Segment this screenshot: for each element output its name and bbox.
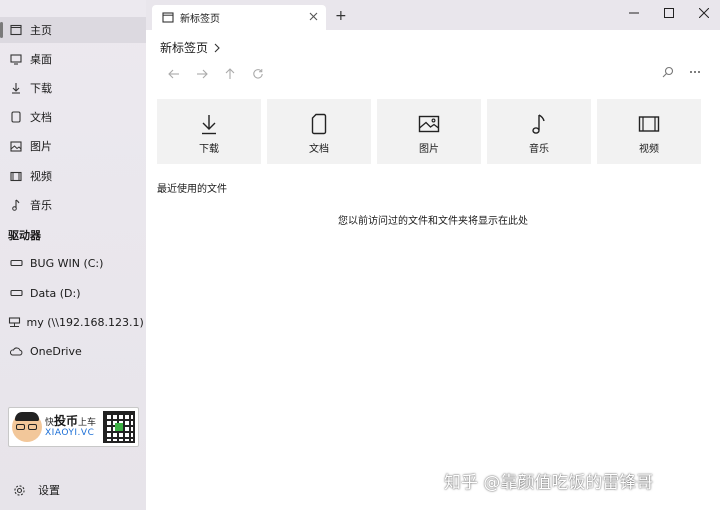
music-icon: [0, 199, 30, 211]
tile-downloads[interactable]: 下载: [157, 99, 261, 164]
empty-state-message: 您以前访问过的文件和文件夹将显示在此处: [338, 216, 528, 227]
settings-button[interactable]: 设置: [0, 478, 146, 502]
tab-new-tab[interactable]: 新标签页: [152, 5, 326, 30]
navigation-toolbar: [160, 66, 272, 82]
document-icon: [311, 112, 327, 136]
tile-label: 音乐: [529, 144, 549, 155]
tile-videos[interactable]: 视频: [597, 99, 701, 164]
sidebar-item-drive-z[interactable]: my (\\192.168.123.1) (Z:: [0, 309, 146, 335]
network-drive-icon: [0, 316, 27, 328]
sidebar-item-label: OneDrive: [30, 344, 82, 358]
search-button[interactable]: [662, 66, 674, 81]
picture-icon: [418, 112, 440, 136]
close-window-button[interactable]: [693, 4, 715, 22]
cartoon-avatar: [12, 412, 42, 442]
more-horizontal-icon: [690, 71, 700, 73]
download-icon: [0, 82, 30, 94]
chevron-right-icon: [214, 43, 220, 53]
tile-documents[interactable]: 文档: [267, 99, 371, 164]
cloud-icon: [0, 346, 30, 356]
tile-music[interactable]: 音乐: [487, 99, 591, 164]
plus-icon: +: [335, 8, 347, 24]
new-tab-button[interactable]: +: [335, 8, 347, 24]
download-icon: [200, 112, 218, 136]
sidebar-item-label: 图片: [30, 140, 52, 153]
drives-section-header: 驱动器: [8, 229, 41, 242]
promo-banner[interactable]: 快投币上车 XIAOYI.VC: [8, 407, 139, 447]
back-button[interactable]: [160, 66, 188, 82]
tab-close-icon[interactable]: [309, 11, 318, 24]
refresh-button[interactable]: [244, 66, 272, 82]
minimize-icon: [629, 12, 639, 14]
document-icon: [0, 111, 30, 123]
more-options-button[interactable]: [689, 66, 701, 81]
promo-text: 快投币上车 XIAOYI.VC: [45, 414, 97, 438]
refresh-icon: [253, 69, 263, 79]
maximize-button[interactable]: [658, 4, 680, 22]
sidebar-item-label: 桌面: [30, 53, 52, 66]
up-button[interactable]: [216, 66, 244, 82]
forward-button[interactable]: [188, 66, 216, 82]
qr-code: [103, 411, 135, 443]
desktop-icon: [0, 53, 30, 65]
sidebar-item-label: 视频: [30, 170, 52, 183]
sidebar-item-music[interactable]: 音乐: [0, 192, 146, 218]
home-icon: [0, 24, 30, 36]
sidebar-item-documents[interactable]: 文档: [0, 104, 146, 130]
files-app-window: 主页 桌面 下载 文档 图片 视频 音乐 驱动器 BUG WIN (C:) Da…: [0, 0, 720, 510]
recent-files-heading: 最近使用的文件: [157, 184, 227, 195]
sidebar-item-label: my (\\192.168.123.1) (Z:: [26, 315, 146, 329]
sidebar-item-label: 下载: [30, 82, 52, 95]
minimize-button[interactable]: [623, 4, 645, 22]
sidebar-item-label: Data (D:): [30, 286, 81, 300]
sidebar-item-desktop[interactable]: 桌面: [0, 46, 146, 72]
maximize-icon: [664, 8, 674, 18]
arrow-left-icon: [168, 69, 179, 79]
tab-title: 新标签页: [180, 14, 220, 25]
sidebar-item-label: 文档: [30, 111, 52, 124]
gear-icon: [0, 484, 38, 497]
drive-icon: [0, 259, 30, 267]
sidebar-item-label: 主页: [30, 24, 52, 37]
tile-label: 下载: [199, 144, 219, 155]
selection-indicator: [0, 22, 3, 38]
video-icon: [0, 171, 30, 182]
breadcrumb-current[interactable]: 新标签页: [160, 39, 208, 56]
title-bar: 新标签页 +: [146, 0, 720, 30]
music-icon: [531, 112, 547, 136]
drive-icon: [0, 289, 30, 297]
tile-pictures[interactable]: 图片: [377, 99, 481, 164]
sidebar: 主页 桌面 下载 文档 图片 视频 音乐 驱动器 BUG WIN (C:) Da…: [0, 0, 146, 510]
sidebar-item-pictures[interactable]: 图片: [0, 133, 146, 159]
tile-label: 图片: [419, 144, 439, 155]
tile-label: 文档: [309, 144, 329, 155]
tile-label: 视频: [639, 144, 659, 155]
quick-access-tiles: 下载 文档 图片 音乐 视频: [157, 99, 711, 164]
close-icon: [699, 8, 709, 18]
breadcrumb[interactable]: 新标签页: [160, 39, 220, 56]
settings-label: 设置: [38, 484, 60, 497]
sidebar-item-drive-d[interactable]: Data (D:): [0, 280, 146, 306]
tab-page-icon: [162, 12, 174, 23]
picture-icon: [0, 140, 30, 152]
watermark-text: 知乎 @靠颜值吃饭的雷锋哥: [444, 473, 654, 493]
sidebar-item-onedrive[interactable]: OneDrive: [0, 338, 146, 364]
sidebar-item-label: 音乐: [30, 199, 52, 212]
sidebar-item-videos[interactable]: 视频: [0, 163, 146, 189]
sidebar-item-drive-c[interactable]: BUG WIN (C:): [0, 250, 146, 276]
main-content: 新标签页 下载 文档 图片 音乐 视频 最近使用的文件 您以前访问过的文件和文件…: [146, 30, 720, 510]
arrow-right-icon: [197, 69, 208, 79]
sidebar-item-label: BUG WIN (C:): [30, 256, 104, 270]
search-icon: [662, 66, 674, 78]
video-icon: [638, 112, 660, 136]
arrow-up-icon: [225, 68, 235, 79]
sidebar-item-downloads[interactable]: 下载: [0, 75, 146, 101]
sidebar-item-home[interactable]: 主页: [0, 17, 146, 43]
